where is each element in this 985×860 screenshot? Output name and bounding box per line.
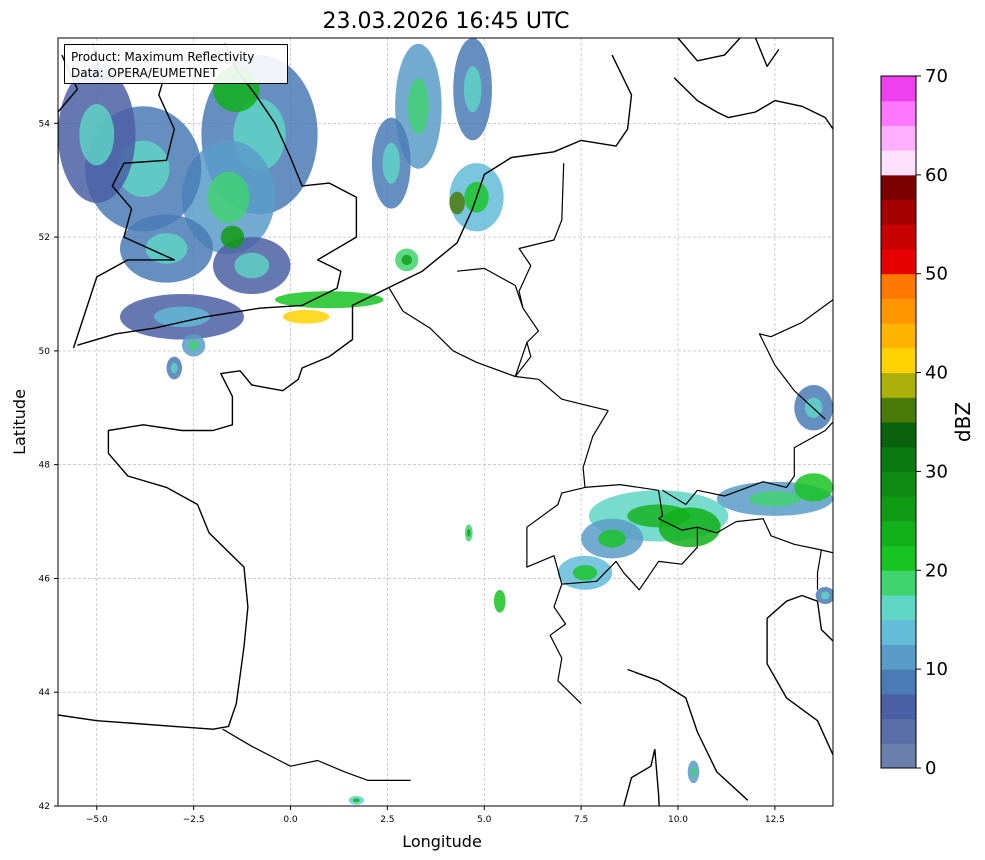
y-tick-label: 52 bbox=[39, 233, 50, 243]
colorbar-segment bbox=[881, 174, 916, 201]
x-axis-label: Longitude bbox=[402, 832, 482, 851]
colorbar-segment bbox=[881, 619, 916, 645]
colorbar-segment bbox=[881, 743, 916, 769]
y-tick-label: 48 bbox=[39, 461, 51, 471]
radar-figure: 23.03.2026 16:45 UTC −5.0 −2.5 0.0 2.5 5.0 7.… bbox=[10, 9, 975, 851]
echo-core bbox=[690, 766, 697, 777]
colorbar-segment bbox=[881, 76, 916, 102]
colorbar-segment bbox=[881, 150, 916, 176]
colorbar-segment bbox=[881, 446, 916, 472]
echo-cell bbox=[794, 473, 833, 502]
y-tick-label: 42 bbox=[39, 802, 50, 812]
colorbar-segment bbox=[881, 249, 916, 275]
colorbar-segment bbox=[881, 669, 916, 695]
colorbar-segment bbox=[881, 323, 916, 349]
map-area bbox=[57, 37, 834, 807]
colorbar-segment bbox=[881, 595, 916, 621]
colorbar-segment bbox=[881, 422, 916, 448]
colorbar-tick-label: 60 bbox=[925, 165, 948, 186]
colorbar-segment bbox=[881, 298, 916, 324]
colorbar-segment bbox=[881, 372, 916, 398]
echo-core bbox=[572, 565, 598, 581]
colorbar-segment bbox=[881, 496, 916, 522]
x-tick-label: 2.5 bbox=[380, 815, 394, 825]
echo-core bbox=[170, 362, 178, 374]
x-tick-label: 5.0 bbox=[477, 815, 492, 825]
colorbar-segment bbox=[881, 224, 916, 250]
colorbar-segment bbox=[881, 693, 916, 720]
map-title: 23.03.2026 16:45 UTC bbox=[323, 9, 570, 34]
colorbar-tick-label: 20 bbox=[925, 560, 948, 581]
colorbar-segment bbox=[881, 545, 916, 571]
echo-core bbox=[407, 78, 429, 135]
y-tick-label: 54 bbox=[39, 119, 51, 129]
data-source-text: Data: OPERA/EUMETNET bbox=[71, 66, 218, 80]
colorbar-segment bbox=[881, 520, 916, 547]
colorbar-tick-label: 40 bbox=[925, 363, 948, 384]
colorbar-segment bbox=[881, 273, 916, 299]
colorbar-segment bbox=[881, 125, 916, 151]
y-axis-ticks: 42 44 46 48 50 52 54 bbox=[39, 119, 58, 812]
colorbar-segment bbox=[881, 718, 916, 744]
echo-cell bbox=[449, 191, 465, 215]
echo-core bbox=[382, 142, 400, 184]
colorbar-segment bbox=[881, 644, 916, 670]
x-tick-label: 7.5 bbox=[574, 815, 588, 825]
echo-core bbox=[748, 491, 802, 507]
echo-core bbox=[234, 252, 270, 279]
colorbar-segment bbox=[881, 199, 916, 225]
colorbar-label: dBZ bbox=[951, 402, 975, 442]
echo-core bbox=[352, 798, 360, 803]
x-tick-label: 12.5 bbox=[765, 815, 785, 825]
echo-core bbox=[467, 529, 471, 537]
echo-core bbox=[154, 306, 210, 327]
colorbar-tick-label: 70 bbox=[925, 66, 948, 87]
colorbar-segment bbox=[881, 570, 916, 596]
echo-cell bbox=[493, 589, 506, 613]
echo-core bbox=[463, 66, 482, 113]
echo-core bbox=[207, 171, 250, 223]
colorbar-segment bbox=[881, 471, 916, 497]
x-tick-label: 10.0 bbox=[668, 815, 688, 825]
echo-core bbox=[598, 529, 627, 548]
echo-core bbox=[79, 103, 115, 166]
y-tick-label: 46 bbox=[39, 574, 51, 584]
x-tick-label: 0.0 bbox=[283, 815, 298, 825]
echo-core bbox=[820, 591, 830, 600]
colorbar-segment bbox=[881, 100, 916, 126]
x-axis-ticks: −5.0 −2.5 0.0 2.5 5.0 7.5 10.0 12.5 bbox=[86, 806, 785, 825]
echo-cell bbox=[282, 309, 330, 324]
product-info-box: Product: Maximum Reflectivity Data: OPER… bbox=[64, 44, 288, 84]
colorbar: 0 10 20 30 40 50 60 70 bbox=[880, 66, 948, 779]
y-tick-label: 44 bbox=[39, 688, 51, 698]
x-tick-label: −5.0 bbox=[86, 815, 108, 825]
colorbar-segment bbox=[881, 397, 916, 423]
colorbar-segment bbox=[881, 347, 916, 374]
x-tick-label: −2.5 bbox=[183, 815, 205, 825]
colorbar-tick-label: 30 bbox=[925, 461, 948, 482]
colorbar-tick-label: 10 bbox=[925, 659, 948, 680]
colorbar-tick-label: 50 bbox=[925, 264, 948, 285]
echo-cell bbox=[220, 225, 244, 249]
y-tick-label: 50 bbox=[39, 347, 51, 357]
echo-core bbox=[188, 340, 199, 351]
echo-core bbox=[401, 254, 412, 265]
echo-cell bbox=[658, 507, 721, 548]
product-info-text: Product: Maximum Reflectivity bbox=[71, 50, 255, 64]
colorbar-tick-label: 0 bbox=[925, 758, 936, 779]
y-axis-label: Latitude bbox=[10, 389, 29, 455]
